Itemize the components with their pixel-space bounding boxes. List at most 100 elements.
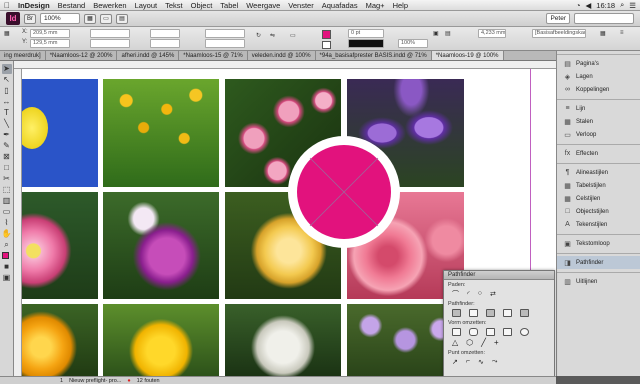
menu-tabel[interactable]: Tabel: [216, 1, 242, 10]
photo-dandelion-seedhead[interactable]: [225, 304, 341, 376]
menu-bestand[interactable]: Bestand: [54, 1, 90, 10]
rect-tool-icon[interactable]: □: [2, 163, 12, 173]
rotate-field[interactable]: [205, 29, 245, 38]
menu-venster[interactable]: Venster: [284, 1, 317, 10]
doc-tab[interactable]: *94a_basisafprester BASIS.indd @ 71%: [316, 51, 432, 60]
doc-tab[interactable]: veleden.indd @ 100%: [248, 51, 316, 60]
convert-polygon-button[interactable]: ⬡: [466, 338, 473, 347]
vertical-ruler[interactable]: [14, 69, 22, 376]
menu-weergave[interactable]: Weergave: [242, 1, 284, 10]
menu-object[interactable]: Object: [187, 1, 217, 10]
page-tool-icon[interactable]: ▯: [2, 86, 12, 96]
fitting-icon[interactable]: ▣: [433, 30, 439, 37]
photo-pink-dahlia[interactable]: [22, 192, 98, 299]
symmetrical-point-button[interactable]: ⤳: [492, 358, 498, 366]
panel-align[interactable]: ▥ Uitlijnen: [557, 275, 640, 288]
shear-field[interactable]: [205, 39, 245, 48]
menu-app-name[interactable]: InDesign: [14, 1, 54, 10]
convert-triangle-button[interactable]: △: [452, 338, 458, 347]
stroke-swatch[interactable]: [322, 41, 331, 49]
control-menu-icon[interactable]: ≡: [620, 30, 624, 36]
auto-fit-icon[interactable]: ▦: [600, 30, 606, 37]
subtract-shape-button[interactable]: [469, 308, 478, 317]
zoom-dropdown[interactable]: 100%: [40, 13, 80, 24]
menu-help[interactable]: Help: [389, 1, 412, 10]
rect-frame-tool-icon[interactable]: ⊠: [2, 152, 12, 162]
arrange-icon[interactable]: ▤: [116, 13, 128, 24]
bridge-icon[interactable]: Br: [24, 13, 36, 24]
photo-magenta-tulip[interactable]: [103, 192, 219, 299]
preflight-profile[interactable]: Nieuw preflight- pro...: [69, 378, 121, 384]
panel-table-styles[interactable]: ▦ Tabelstijlen: [557, 179, 640, 192]
note-tool-icon[interactable]: ▭: [2, 207, 12, 217]
volume-icon[interactable]: ◀: [586, 1, 592, 10]
scale-y-field[interactable]: [150, 39, 180, 48]
panel-links[interactable]: ∞ Koppelingen: [557, 83, 640, 96]
direct-selection-tool-icon[interactable]: ↖: [2, 75, 12, 85]
panel-cell-styles[interactable]: ▦ Celstijlen: [557, 192, 640, 205]
panel-effects[interactable]: fx Effecten: [557, 147, 640, 160]
add-shape-button[interactable]: [452, 308, 461, 317]
open-path-button[interactable]: ◜: [467, 290, 470, 298]
selection-tool-icon[interactable]: ➤: [1, 64, 12, 74]
apply-color-icon[interactable]: ■: [2, 262, 12, 272]
wifi-icon[interactable]: ◔: [576, 1, 581, 10]
clock-time[interactable]: 16:18: [596, 1, 615, 10]
gradient-tool-icon[interactable]: ▥: [2, 196, 12, 206]
stroke-weight-field[interactable]: 0 pt: [348, 29, 384, 38]
menu-aquafadas[interactable]: Aquafadas: [318, 1, 362, 10]
panel-paragraph-styles[interactable]: ¶ Alineastijlen: [557, 166, 640, 179]
page-number[interactable]: 1: [60, 378, 63, 384]
list-icon[interactable]: ☰: [629, 1, 636, 10]
pathfinder-title[interactable]: Pathfinder: [444, 271, 554, 280]
convert-ellipse-button[interactable]: [520, 327, 529, 336]
opacity-field[interactable]: 100%: [398, 39, 428, 48]
convert-rectangle-button[interactable]: [452, 327, 461, 336]
doc-tab[interactable]: *Naamloos-12 @ 200%: [46, 51, 118, 60]
photo-orange-lily[interactable]: [22, 304, 98, 376]
object-style-dropdown[interactable]: [Basisafbeeldingskader]+: [532, 29, 586, 38]
fill-stroke-icon[interactable]: [1, 251, 12, 261]
pencil-tool-icon[interactable]: ✎: [2, 141, 12, 151]
menu-bewerken[interactable]: Bewerken: [89, 1, 130, 10]
menu-tekst[interactable]: Tekst: [161, 1, 187, 10]
doc-tab-active[interactable]: *Naamloos-19 @ 100%: [431, 51, 504, 60]
panel-stroke[interactable]: ≡ Lijn: [557, 102, 640, 115]
close-path-button[interactable]: ○: [478, 290, 482, 297]
selection-container-icon[interactable]: ▭: [290, 32, 296, 39]
doc-tab[interactable]: *Naamloos-15 @ 71%: [179, 51, 248, 60]
exclude-overlap-button[interactable]: [503, 308, 512, 317]
doc-tab[interactable]: afheri.indd @ 145%: [117, 51, 180, 60]
scissors-tool-icon[interactable]: ✂: [2, 174, 12, 184]
screen-mode-icon[interactable]: ▭: [100, 13, 112, 24]
horizontal-ruler[interactable]: [14, 61, 556, 69]
height-field[interactable]: [90, 39, 130, 48]
view-options-icon[interactable]: ▦: [84, 13, 96, 24]
magenta-circle[interactable]: [296, 144, 392, 240]
search-icon[interactable]: ⌕: [620, 0, 624, 10]
scale-x-field[interactable]: [150, 29, 180, 38]
preflight-errors[interactable]: 12 fouten: [137, 378, 160, 384]
line-tool-icon[interactable]: ╲: [2, 119, 12, 129]
eyedropper-tool-icon[interactable]: ⌇: [2, 218, 12, 228]
gap-tool-icon[interactable]: ↔: [2, 97, 12, 107]
reference-point-icon[interactable]: ▦: [4, 30, 10, 37]
dimension-field[interactable]: 4,233 mm: [478, 29, 506, 38]
menu-layout[interactable]: Layout: [131, 1, 162, 10]
workspace-user[interactable]: Peter: [546, 13, 570, 24]
convert-bevel-rect-button[interactable]: [486, 327, 495, 336]
plain-point-button[interactable]: ↗: [452, 358, 458, 366]
transform-tool-icon[interactable]: ⬚: [2, 185, 12, 195]
minus-back-button[interactable]: [520, 308, 529, 317]
convert-rounded-rect-button[interactable]: [469, 327, 478, 336]
panel-layers[interactable]: ◈ Lagen: [557, 70, 640, 83]
wrap-icon[interactable]: ▤: [445, 30, 451, 37]
y-field[interactable]: 129,5 mm: [30, 39, 70, 48]
convert-inverse-rounded-button[interactable]: [503, 327, 512, 336]
fill-swatch[interactable]: [322, 30, 331, 39]
view-mode-icon[interactable]: ▣: [2, 273, 12, 283]
stroke-type-field[interactable]: [348, 39, 384, 48]
intersect-shape-button[interactable]: [486, 308, 495, 317]
convert-line-button[interactable]: ╱: [481, 338, 486, 347]
doc-tab[interactable]: ing meerdruk]: [0, 51, 46, 60]
